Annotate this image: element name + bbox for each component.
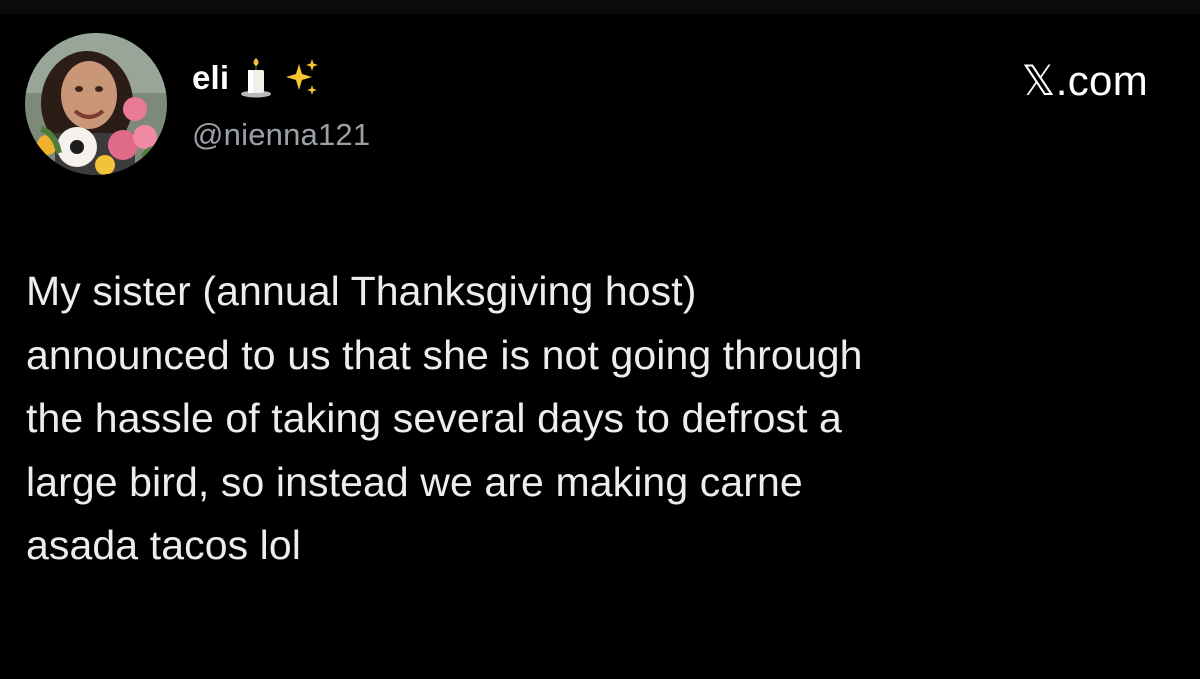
tweet-line: asada tacos lol xyxy=(26,522,302,568)
sparkles-icon xyxy=(283,58,319,98)
tweet-line: the hassle of taking several days to def… xyxy=(26,395,842,441)
top-edge-strip xyxy=(0,0,1200,14)
tweet-line: announced to us that she is not going th… xyxy=(26,331,863,378)
candle-icon xyxy=(239,58,273,98)
avatar-photo xyxy=(25,33,167,175)
tweet-text: My sister (annual Thanksgiving host) ann… xyxy=(26,260,1166,578)
author-name-row: eli xyxy=(192,56,319,100)
x-brand-label: 𝕏.com xyxy=(1021,57,1148,104)
author-handle[interactable]: @nienna121 xyxy=(192,117,370,153)
avatar[interactable] xyxy=(25,33,167,175)
author-display-name[interactable]: eli xyxy=(192,59,229,97)
tweet-line: My sister (annual Thanksgiving host) xyxy=(26,268,697,314)
tweet-line: large bird, so instead we are making car… xyxy=(26,458,803,505)
